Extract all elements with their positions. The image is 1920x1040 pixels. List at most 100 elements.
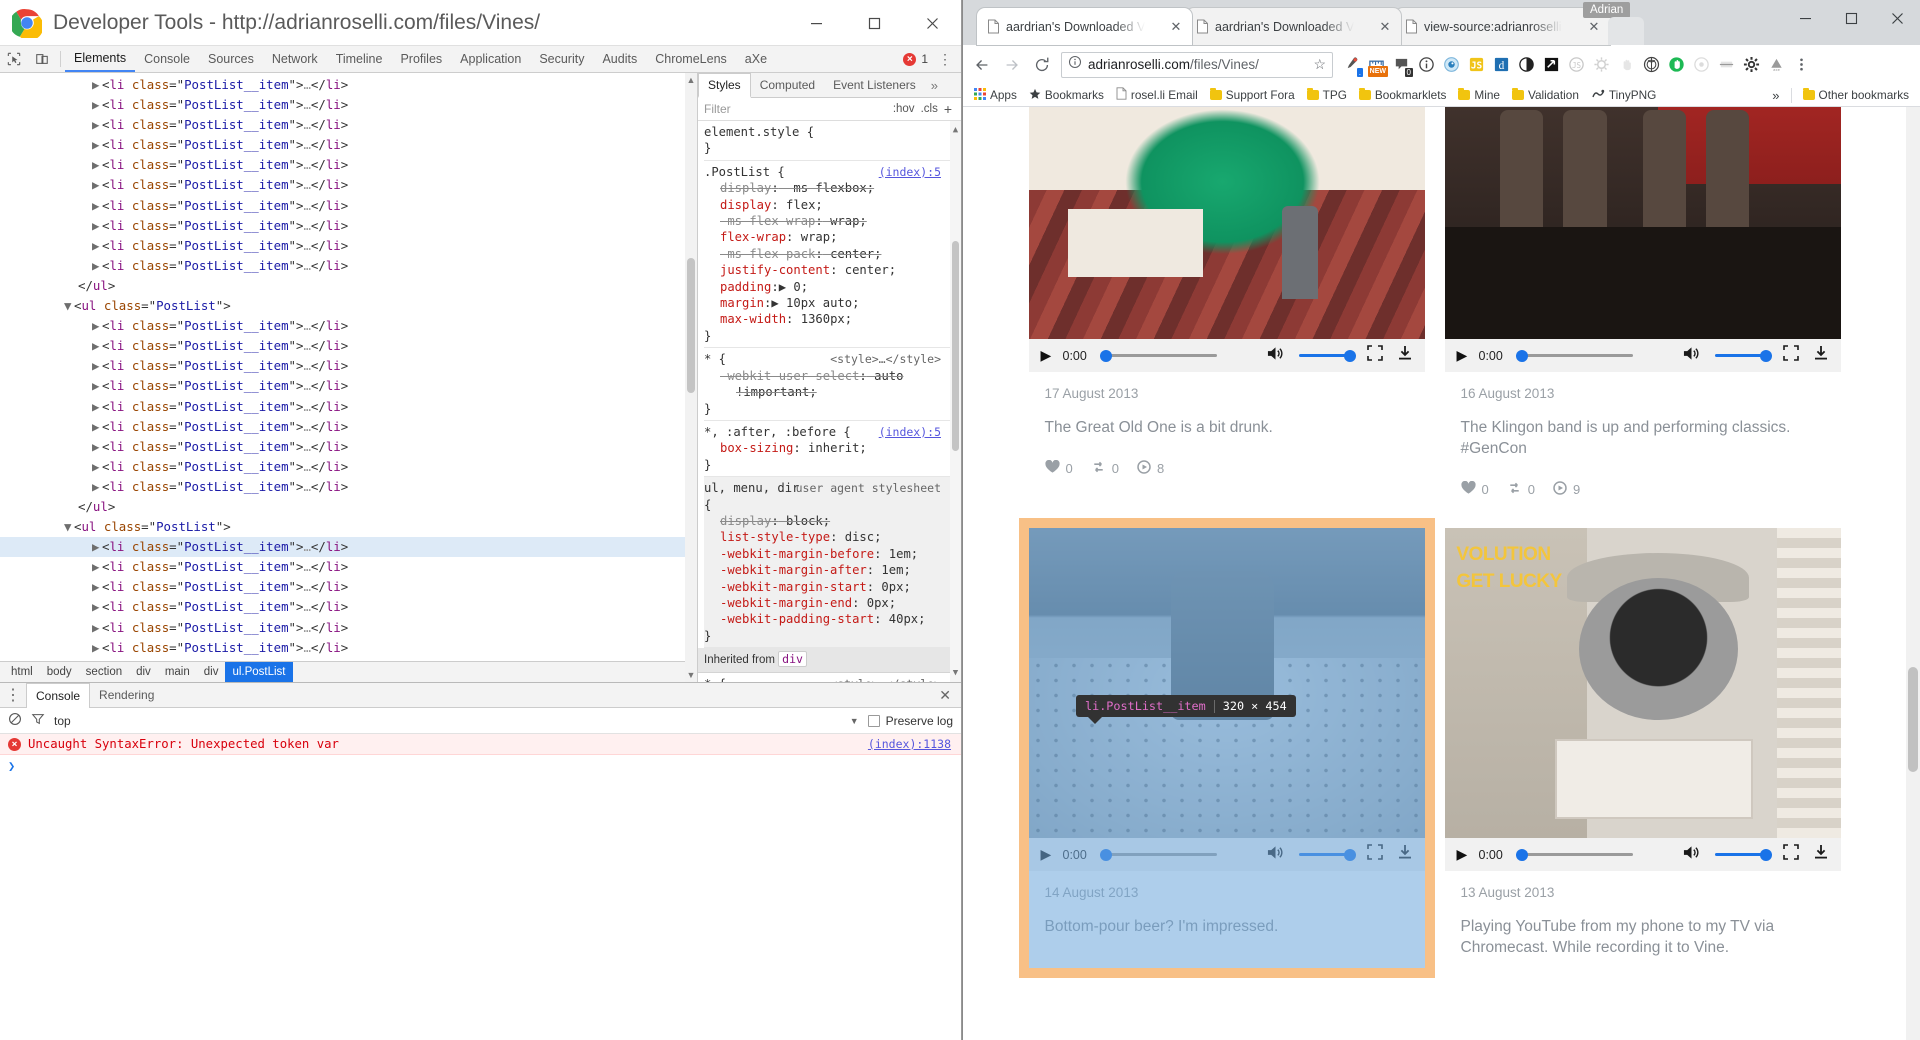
bookmark-tpg[interactable]: TPG [1301, 86, 1353, 105]
profile-name-chip[interactable]: Adrian [1583, 2, 1631, 18]
console-prompt[interactable]: ❯ [0, 755, 961, 777]
breadcrumb-item-body[interactable]: body [40, 662, 79, 683]
volume-icon[interactable] [1682, 844, 1701, 866]
post-video[interactable] [1444, 107, 1841, 339]
devtools-minimize-button[interactable] [787, 0, 845, 46]
d-extension-icon[interactable]: d [1489, 52, 1514, 78]
play-icon[interactable]: ▶ [1041, 846, 1063, 863]
style-declaration[interactable]: -ms-flex-wrap: wrap; [704, 213, 961, 229]
ruler-extension-icon[interactable]: NEW [1364, 52, 1389, 78]
download-icon[interactable] [1813, 345, 1829, 366]
dom-tree[interactable]: ▶ <li class="PostList__item">…</li> ▶ <li c… [0, 73, 697, 661]
chrome-close-button[interactable] [1874, 0, 1920, 36]
browser-tab-1[interactable]: aardrian's Downloaded V ✕ [977, 8, 1192, 45]
scroll-down-arrow[interactable]: ▼ [686, 670, 696, 680]
volume-icon[interactable] [1266, 844, 1285, 866]
bookmark-apps[interactable]: Apps [968, 86, 1023, 105]
clear-console-icon[interactable] [8, 712, 22, 729]
style-rule[interactable]: element.style {} [704, 121, 961, 161]
styles-scroll-down-arrow[interactable]: ▼ [950, 665, 961, 681]
dom-node-li[interactable]: ▶<li class="PostList__item">…</li> [0, 95, 697, 115]
style-declaration[interactable]: flex-wrap: wrap; [704, 229, 961, 245]
fullscreen-icon[interactable] [1366, 345, 1383, 366]
devtools-tab-profiles[interactable]: Profiles [391, 46, 451, 72]
axe-extension-icon[interactable]: axe [1764, 52, 1789, 78]
style-declaration[interactable]: margin:▶ 10px auto; [704, 295, 961, 311]
styles-filter-input[interactable]: Filter [704, 102, 887, 116]
bookmark-bookmarklets[interactable]: Bookmarklets [1353, 86, 1452, 105]
scroll-thumb[interactable] [687, 258, 695, 393]
dom-node-li[interactable]: ▶<li class="PostList__item">…</li> [0, 437, 697, 457]
devtools-tab-console[interactable]: Console [135, 46, 199, 72]
declaration-value[interactable]: flex; [779, 198, 823, 212]
bookmark-support-fora[interactable]: Support Fora [1204, 86, 1301, 105]
style-rule-selector[interactable]: element.style { [704, 124, 961, 140]
seek-knob[interactable] [1099, 349, 1112, 362]
page-scrollbar[interactable] [1906, 107, 1920, 1040]
declaration-value[interactable]: center; [837, 263, 896, 277]
dom-node-li[interactable]: ▶<li class="PostList__item">…</li> [0, 75, 697, 95]
devtools-tab-audits[interactable]: Audits [593, 46, 646, 72]
volume-slider[interactable] [1298, 349, 1356, 362]
devtools-tab-axe[interactable]: aXe [736, 46, 776, 72]
devtools-close-button[interactable] [903, 0, 961, 46]
style-declaration[interactable]: display: block; [704, 513, 961, 529]
bookmark-mine[interactable]: Mine [1452, 86, 1506, 105]
dom-node-li[interactable]: ▶<li class="PostList__item">…</li> [0, 356, 697, 376]
declaration-value[interactable]: wrap; [823, 214, 867, 228]
dom-node-li[interactable]: ▶<li class="PostList__item">…</li> [0, 658, 697, 661]
devtools-tab-security[interactable]: Security [530, 46, 593, 72]
contrast-extension-icon[interactable] [1514, 52, 1539, 78]
drawer-tab-console[interactable]: Console [26, 683, 91, 708]
devtools-tab-application[interactable]: Application [451, 46, 530, 72]
seek-slider[interactable] [1099, 349, 1217, 362]
styles-scrollbar[interactable]: ▲ ▼ [950, 121, 961, 682]
style-declaration[interactable]: -webkit-margin-before: 1em; [704, 546, 961, 562]
gear-extension-icon[interactable] [1589, 52, 1614, 78]
breadcrumb-item-section[interactable]: section [79, 662, 129, 683]
style-declaration[interactable]: justify-content: center; [704, 262, 961, 278]
console-error-source[interactable]: (index):1138 [868, 737, 951, 751]
console-context-caret-icon[interactable]: ▼ [850, 716, 859, 726]
dom-node-li[interactable]: ▶<li class="PostList__item">…</li> [0, 336, 697, 356]
post-item[interactable]: VOLUTION GET LUCKY ▶ 0:00 13 August 2013 Play… [1444, 528, 1841, 968]
devtools-tab-elements[interactable]: Elements [65, 46, 136, 72]
style-declaration[interactable]: -webkit-margin-start: 0px; [704, 579, 961, 595]
style-rule-origin[interactable]: (index):5 [879, 164, 941, 180]
bookmark-star-icon[interactable]: ☆ [1313, 56, 1326, 73]
dom-node-li[interactable]: ▶<li class="PostList__item">…</li> [0, 597, 697, 617]
inherited-from-node[interactable]: div [778, 651, 807, 668]
dom-node-li[interactable]: ▶<li class="PostList__item">…</li> [0, 115, 697, 135]
style-rule[interactable]: *, :after, :before {(index):5 box-sizing:… [704, 421, 961, 478]
preserve-log-checkbox[interactable] [867, 714, 880, 727]
declaration-value[interactable]: center; [823, 247, 881, 261]
target-extension-icon[interactable] [1439, 52, 1464, 78]
style-declaration[interactable]: !important; [704, 384, 961, 400]
declaration-value[interactable]: auto [867, 369, 903, 383]
dom-node-li[interactable]: ▶<li class="PostList__item">…</li> [0, 577, 697, 597]
download-icon[interactable] [1813, 844, 1829, 865]
devtools-tab-timeline[interactable]: Timeline [327, 46, 392, 72]
declaration-value[interactable]: !important; [736, 385, 817, 399]
dom-node-li[interactable]: ▶<li class="PostList__item">…</li> [0, 618, 697, 638]
bookmark-tinypng[interactable]: TinyPNG [1585, 86, 1662, 105]
styles-tab-event-listeners[interactable]: Event Listeners [824, 73, 925, 97]
console-context-selector[interactable]: top [54, 714, 71, 728]
back-arrow-icon[interactable] [967, 50, 997, 80]
breadcrumb-item-ul-PostList[interactable]: ul.PostList [225, 661, 293, 682]
fullscreen-icon[interactable] [1782, 345, 1799, 366]
reload-icon[interactable] [1027, 50, 1057, 80]
dom-node-li[interactable]: ▶<li class="PostList__item">…</li> [0, 155, 697, 175]
browser-tab-close-icon[interactable]: ✕ [1168, 19, 1184, 35]
declaration-value[interactable]: disc; [837, 530, 882, 544]
declaration-value[interactable]: wrap; [793, 230, 838, 244]
volume-slider[interactable] [1714, 848, 1772, 861]
dom-node-ul-open[interactable]: ▼ <ul class="PostList"> [0, 296, 697, 316]
bookmark-validation[interactable]: Validation [1506, 86, 1585, 105]
dom-node-li[interactable]: ▶<li class="PostList__item">…</li> [0, 557, 697, 577]
devtools-tab-chromelens[interactable]: ChromeLens [646, 46, 736, 72]
play-icon[interactable]: ▶ [1457, 347, 1479, 364]
bookmarks-overflow-icon[interactable]: » [1766, 86, 1785, 105]
style-declaration[interactable]: -webkit-margin-end: 0px; [704, 595, 961, 611]
seek-slider[interactable] [1515, 349, 1633, 362]
